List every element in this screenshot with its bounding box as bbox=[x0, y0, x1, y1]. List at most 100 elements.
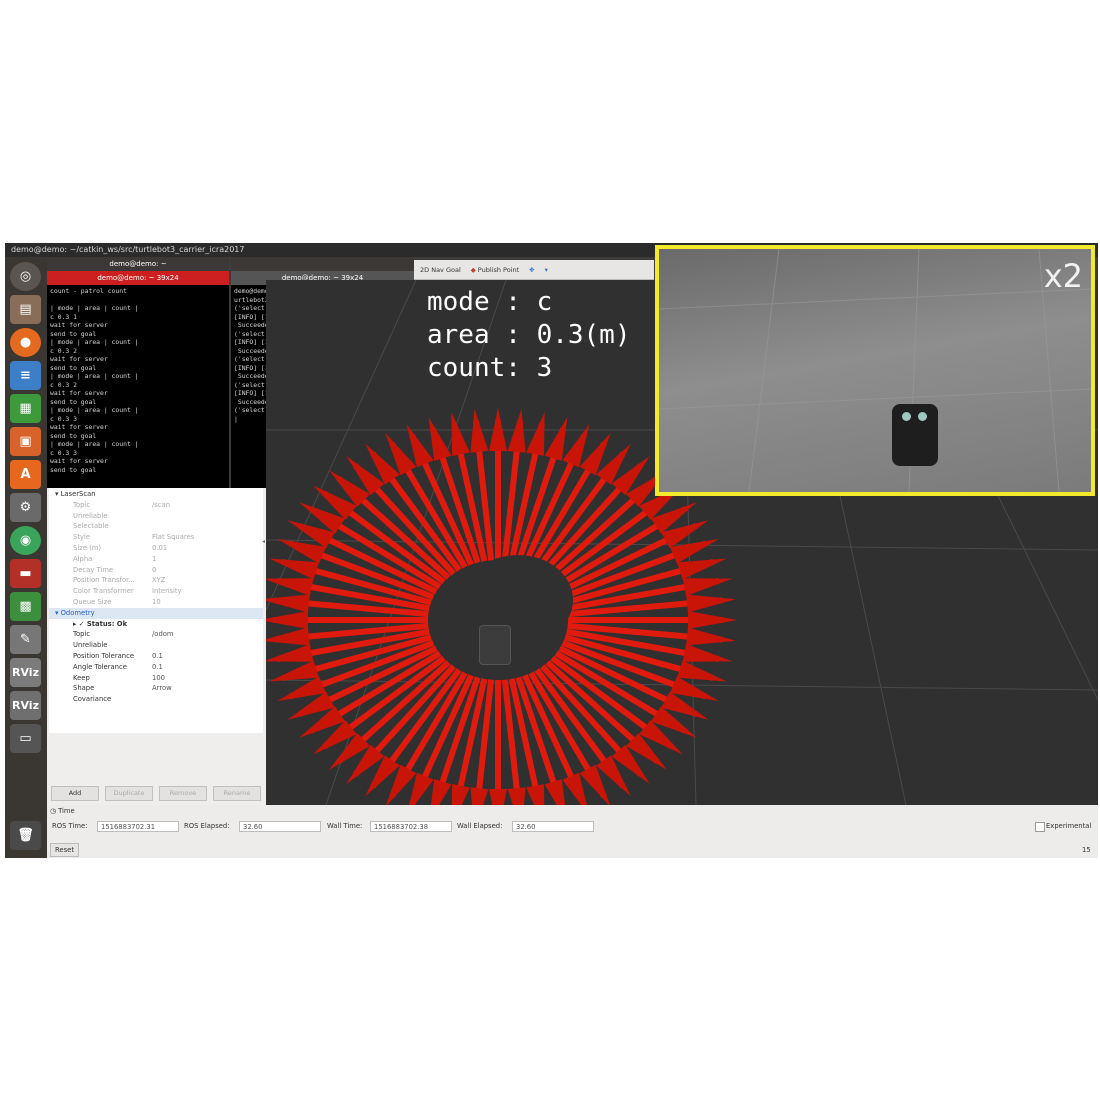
odometry-arrow-head bbox=[269, 558, 319, 580]
terminal-line: wait for server bbox=[50, 457, 108, 465]
terminal-left[interactable]: demo@demo: ~ demo@demo: ~ 39x24 count - … bbox=[47, 257, 229, 488]
terminal-tab-active[interactable]: demo@demo: ~ 39x24 bbox=[47, 271, 229, 285]
reset-button[interactable]: Reset bbox=[50, 843, 79, 857]
odometry-arrow-head bbox=[489, 789, 507, 805]
terminal-line: send to goal bbox=[50, 431, 97, 440]
remove-button[interactable]: Remove bbox=[159, 786, 207, 801]
app-globe-icon[interactable]: ◉ bbox=[10, 526, 41, 555]
publish-point-tool[interactable]: Publish Point bbox=[478, 266, 519, 274]
terminal-line: wait for server bbox=[50, 355, 108, 363]
display-row-value: Intensity bbox=[152, 587, 182, 596]
overlay-mode: mode : c bbox=[427, 287, 553, 317]
display-row[interactable]: Topic/scan bbox=[49, 500, 263, 511]
display-row[interactable]: Alpha 1 bbox=[49, 554, 263, 565]
ros-time-field[interactable]: 1516883702.31 bbox=[97, 821, 179, 832]
terminal-output: count - patrol count | mode | area | cou… bbox=[47, 285, 229, 476]
files-icon[interactable]: ▤ bbox=[10, 295, 41, 324]
display-row-key: Selectable bbox=[73, 522, 109, 531]
display-row[interactable]: Shape Arrow bbox=[49, 683, 263, 694]
wall-elapsed-field[interactable]: 32.60 bbox=[512, 821, 594, 832]
display-row[interactable]: Position Transfor... XYZ bbox=[49, 575, 263, 586]
display-row[interactable]: Topic/odom bbox=[49, 629, 263, 640]
terminal-line: send to goal bbox=[50, 329, 97, 338]
display-row[interactable]: Unreliable bbox=[49, 511, 263, 522]
drive-icon[interactable]: ▭ bbox=[10, 724, 41, 753]
odometry-arrow-head bbox=[677, 660, 727, 682]
display-row[interactable]: Keep 100 bbox=[49, 673, 263, 684]
writer-icon[interactable]: ≡ bbox=[10, 361, 41, 390]
nav-goal-tool[interactable]: 2D Nav Goal bbox=[420, 266, 461, 274]
odometry-arrow-head bbox=[544, 779, 566, 805]
display-row[interactable]: Color Transformer Intensity bbox=[49, 586, 263, 597]
wall-time-field[interactable]: 1516883702.38 bbox=[370, 821, 452, 832]
display-row[interactable]: Unreliable bbox=[49, 640, 263, 651]
display-row-key: Keep bbox=[73, 673, 90, 682]
odometry-arrow-head bbox=[682, 578, 733, 596]
display-row-key: Angle Tolerance bbox=[73, 662, 127, 671]
display-row-value: 0.1 bbox=[152, 652, 163, 660]
display-row[interactable]: Decay Time 0 bbox=[49, 565, 263, 576]
display-row[interactable]: Covariance bbox=[49, 694, 263, 705]
displays-tree[interactable]: ▾ LaserScan Topic/scan Unreliable Selectabl… bbox=[49, 488, 263, 733]
display-row-value: 0.01 bbox=[152, 544, 168, 552]
overlay-area: area : 0.3(m) bbox=[427, 320, 631, 350]
ros-elapsed-field[interactable]: 32.60 bbox=[239, 821, 321, 832]
time-panel-title: ◷ Time bbox=[50, 807, 75, 815]
display-row-value: 0.1 bbox=[152, 662, 163, 671]
display-row[interactable]: Style Flat Squares bbox=[49, 532, 263, 543]
text-editor-icon[interactable]: ✎ bbox=[10, 625, 41, 654]
display-row[interactable]: ▸ ✓ Status: Ok bbox=[49, 619, 263, 630]
move-camera-icon[interactable]: ✥ bbox=[529, 266, 534, 274]
settings-gear-icon[interactable]: ⚙ bbox=[10, 493, 41, 522]
display-row[interactable]: Queue Size 10 bbox=[49, 597, 263, 608]
floor-tiles bbox=[659, 249, 1091, 492]
odometry-arrow-head bbox=[428, 417, 452, 461]
display-row[interactable]: Selectable bbox=[49, 521, 263, 532]
robot-model bbox=[479, 625, 511, 665]
terminal-line: c 0.3 3 bbox=[50, 414, 77, 423]
terminal-line: c 0.3 2 bbox=[50, 346, 77, 355]
odometry-arrow-head bbox=[677, 558, 727, 580]
odometry-arrow-head bbox=[470, 409, 489, 453]
software-center-icon[interactable]: A bbox=[10, 460, 41, 489]
display-row[interactable]: Size (m) 0.01 bbox=[49, 543, 263, 554]
rename-button[interactable]: Rename bbox=[213, 786, 261, 801]
display-row[interactable]: Angle Tolerance 0.1 bbox=[49, 662, 263, 673]
display-row-key: Position Transfor... bbox=[73, 576, 135, 585]
odometry-arrow-head bbox=[489, 408, 507, 451]
display-row[interactable]: ▾ LaserScan bbox=[49, 489, 263, 500]
fps-readout: 15 fps bbox=[1082, 846, 1091, 854]
display-row-value: /odom bbox=[152, 630, 174, 639]
splitter-handle[interactable]: ◂ bbox=[262, 538, 265, 545]
display-row[interactable]: Position Tolerance 0.1 bbox=[49, 651, 263, 662]
wall-elapsed-label: Wall Elapsed: bbox=[457, 822, 503, 830]
experimental-label: Experimental bbox=[1046, 822, 1092, 830]
trash-icon[interactable]: 🗑 bbox=[10, 821, 41, 850]
rviz-icon[interactable]: RViz bbox=[10, 658, 41, 687]
odometry-arrow-head bbox=[470, 787, 489, 805]
experimental-checkbox[interactable] bbox=[1035, 822, 1045, 832]
display-row[interactable]: ▾ Odometry bbox=[49, 607, 263, 619]
display-row-value: /scan bbox=[152, 500, 171, 509]
calc-icon[interactable]: ▦ bbox=[10, 394, 41, 423]
terminal-line: wait for server bbox=[50, 389, 108, 397]
display-row-value: Arrow bbox=[152, 684, 172, 693]
dash-icon[interactable]: ◎ bbox=[10, 262, 41, 291]
status-overlay: mode : c area : 0.3(m) count: 3 bbox=[427, 286, 631, 385]
display-row-key: ▾ LaserScan bbox=[55, 490, 96, 498]
add-button[interactable]: Add bbox=[51, 786, 99, 801]
display-row-value: 0 bbox=[152, 565, 157, 574]
tool-dropdown-icon[interactable]: ▾ bbox=[545, 266, 548, 274]
firefox-icon[interactable]: ● bbox=[10, 328, 41, 357]
duplicate-button[interactable]: Duplicate bbox=[105, 786, 153, 801]
impress-icon[interactable]: ▣ bbox=[10, 427, 41, 456]
launcher: ◎ ▤ ● ≡ ▦ ▣ A ⚙ ◉ ▬ ▩ ✎ RViz RViz ▭ 🗑 bbox=[5, 257, 47, 858]
desktop: demo@demo: ~/catkin_ws/src/turtlebot3_ca… bbox=[5, 243, 1098, 858]
display-row-key: ▾ Odometry bbox=[55, 608, 95, 617]
rviz-icon-2[interactable]: RViz bbox=[10, 691, 41, 720]
terminal-app-icon[interactable]: ▬ bbox=[10, 559, 41, 588]
display-row-key: Shape bbox=[73, 684, 95, 693]
monitor-icon[interactable]: ▩ bbox=[10, 592, 41, 621]
terminal-line: c 0.3 1 bbox=[50, 312, 77, 321]
